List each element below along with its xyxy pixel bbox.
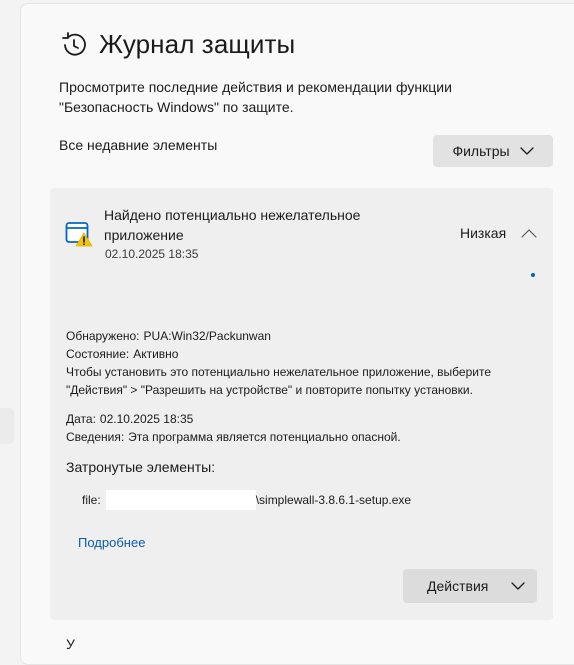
info-key: Сведения: (66, 430, 125, 444)
filters-button-label: Фильтры (452, 143, 510, 159)
instruction-text: Чтобы установить это потенциально нежела… (66, 365, 491, 397)
page-title: Журнал защиты (99, 29, 296, 59)
page-subtitle: Просмотрите последние действия и рекомен… (59, 79, 452, 115)
threat-title[interactable]: Найдено потенциально нежелательное прило… (104, 205, 404, 245)
file-prefix: file: (82, 493, 101, 507)
threat-date: 02.10.2025 18:35 (105, 247, 199, 261)
severity-label: Низкая (460, 225, 507, 241)
redacted-path (105, 490, 256, 510)
detected-value: PUA:Win32/Packunwan (143, 329, 271, 343)
nav-pane-handle[interactable] (0, 408, 14, 444)
learn-more-link[interactable]: Подробнее (78, 535, 145, 550)
filters-button[interactable]: Фильтры (433, 135, 553, 167)
info-value: Эта программа является потенциально опас… (128, 430, 401, 444)
next-history-item[interactable]: У (66, 636, 75, 652)
window-warning-icon (65, 222, 93, 247)
detected-key: Обнаружено: (66, 329, 140, 343)
recent-items-label: Все недавние элементы (59, 137, 218, 153)
chevron-down-icon (519, 147, 534, 155)
actions-button[interactable]: Действия (403, 569, 537, 603)
date-key: Дата: (66, 412, 96, 426)
status-indicator-dot (531, 273, 535, 277)
actions-button-label: Действия (427, 578, 489, 594)
file-name: \simplewall-3.8.6.1-setup.exe (255, 493, 412, 507)
chevron-up-icon[interactable] (521, 226, 537, 242)
left-edge (0, 0, 16, 644)
chevron-down-icon (511, 582, 525, 590)
affected-file-row: file: \simplewall-3.8.6.1-setup.exe (82, 490, 411, 510)
history-clock-icon (62, 31, 86, 56)
detected-row: Обнаружено: PUA:Win32/Packunwan (66, 327, 271, 345)
info-row: Сведения: Эта программа является потенциа… (66, 428, 401, 446)
state-value: Активно (133, 347, 179, 361)
page-header: Журнал защиты (59, 29, 295, 60)
state-key: Состояние: (66, 347, 130, 361)
affected-items-title: Затронутые элементы: (66, 459, 216, 475)
date-value: 02.10.2025 18:35 (99, 412, 194, 426)
date-row: Дата: 02.10.2025 18:35 (66, 410, 193, 428)
state-row: Состояние: Активно (66, 345, 178, 363)
